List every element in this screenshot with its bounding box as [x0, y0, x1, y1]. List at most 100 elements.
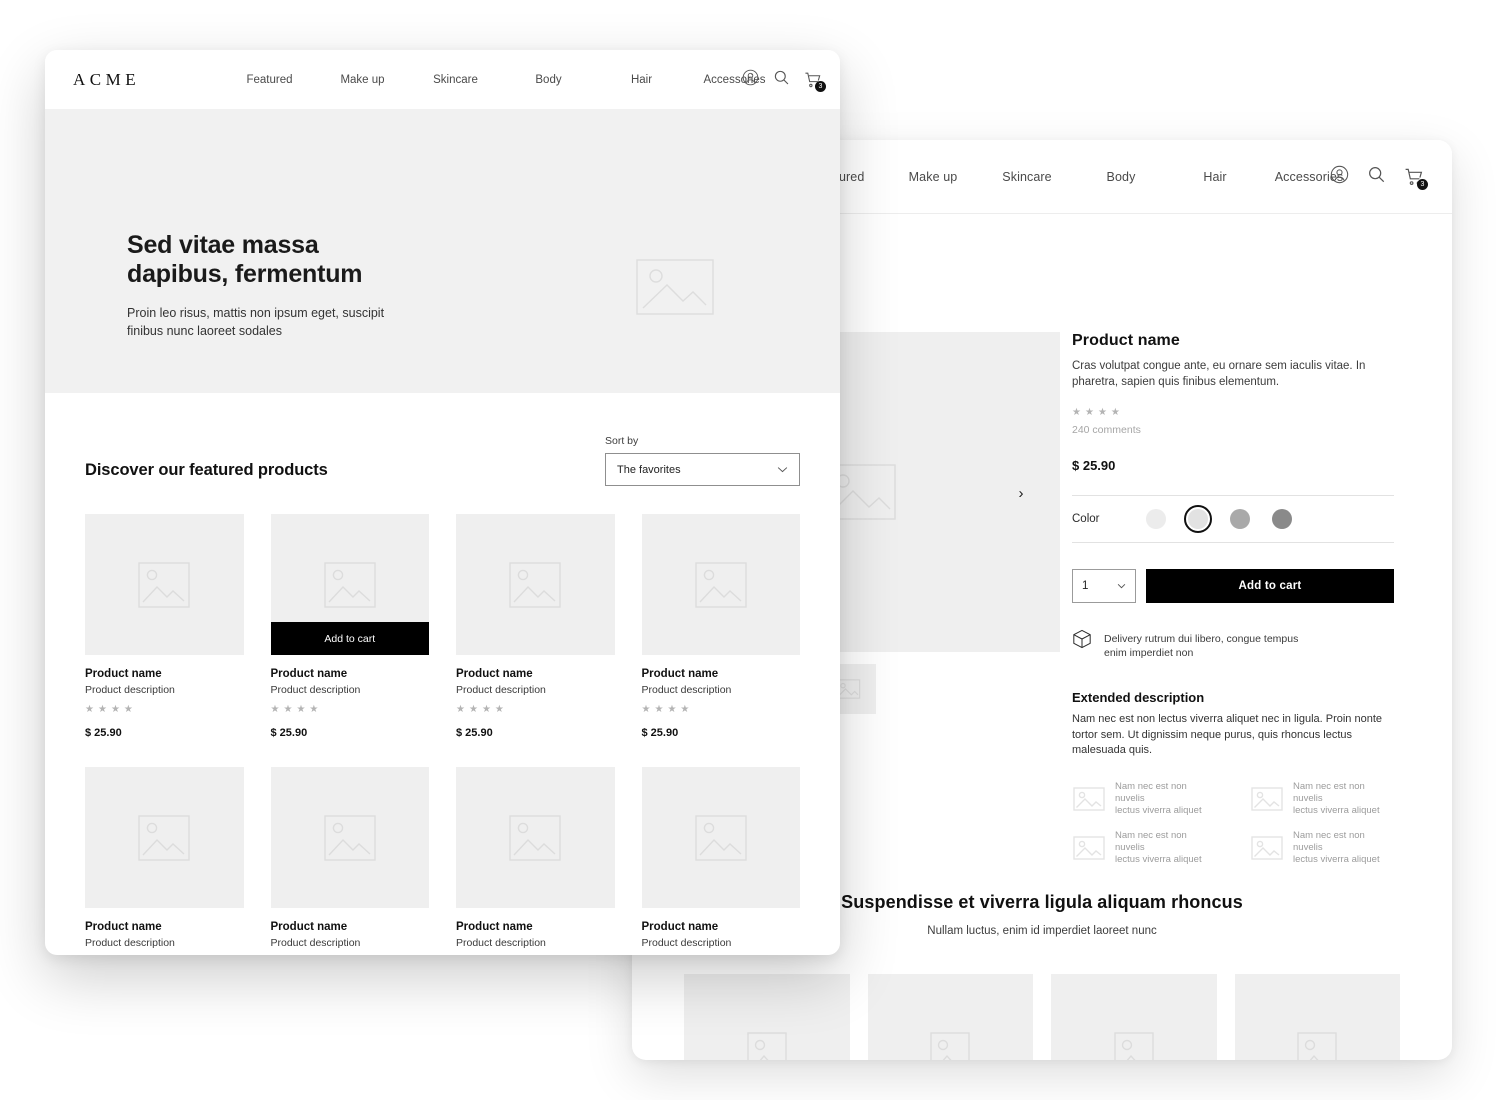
- product-title: Product name: [1072, 332, 1180, 349]
- nav-item-body[interactable]: Body: [502, 74, 595, 86]
- product-card-description: Product description: [456, 937, 546, 949]
- feature-thumb: [1072, 786, 1106, 813]
- sort-select[interactable]: The favorites: [605, 453, 800, 486]
- image-placeholder-icon: [1114, 1032, 1154, 1060]
- delivery-text: Delivery rutrum dui libero, congue tempu…: [1104, 629, 1298, 660]
- nav-item-hair[interactable]: Hair: [595, 74, 688, 86]
- nav-item-featured[interactable]: Featured: [223, 74, 316, 86]
- feature-text: Nam nec est non nuvelis lectus viverra a…: [1293, 830, 1394, 867]
- feature-thumb: [1250, 786, 1284, 813]
- main-nav-links: Featured Make up Skincare Body Hair Acce…: [223, 50, 781, 109]
- nav-item-body[interactable]: Body: [1074, 170, 1168, 184]
- star-icon: ★: [309, 704, 319, 715]
- product-card-rating: ★ ★ ★ ★: [271, 705, 430, 715]
- color-dot: [1146, 509, 1166, 530]
- product-card-image[interactable]: [641, 767, 800, 908]
- carousel-item[interactable]: [684, 974, 850, 1060]
- star-icon: ★: [1097, 407, 1107, 419]
- color-selector: Color: [1072, 496, 1394, 542]
- screenshot-stage: Featured Make up Skincare Body Hair Acce…: [0, 0, 1500, 1100]
- product-card[interactable]: Product name Product description ★★★★ $ …: [270, 767, 429, 955]
- image-placeholder-icon: [1297, 1032, 1337, 1060]
- star-icon: ★: [641, 704, 651, 715]
- product-card[interactable]: Product name Product description ★★★★ $ …: [456, 514, 615, 739]
- product-comments-count[interactable]: 240 comments: [1072, 424, 1394, 436]
- star-icon: ★: [110, 704, 120, 715]
- nav-item-skincare[interactable]: Skincare: [409, 74, 502, 86]
- product-image-next-arrow[interactable]: ›: [1010, 482, 1032, 504]
- brand-logo[interactable]: ACME: [73, 70, 140, 90]
- product-card-image[interactable]: [456, 514, 615, 655]
- image-placeholder-icon: [509, 814, 561, 861]
- account-icon[interactable]: [1330, 165, 1349, 189]
- hero-paragraph-line-2: finibus nunc laoreet sodales: [127, 323, 282, 338]
- account-icon[interactable]: [742, 69, 759, 91]
- add-to-cart-button[interactable]: Add to cart: [1146, 569, 1394, 604]
- product-card-image[interactable]: [85, 767, 244, 908]
- product-card-image[interactable]: Add to cart: [270, 514, 429, 655]
- product-card-description: Product description: [85, 937, 175, 949]
- hero-heading-line-1: Sed vitae massa: [127, 231, 319, 259]
- image-placeholder-icon: [324, 814, 376, 861]
- product-card[interactable]: Product name Product description ★★★★ $ …: [641, 767, 800, 955]
- product-card-price: $ 25.90: [641, 727, 679, 739]
- hero-paragraph-line-1: Proin leo risus, mattis non ipsum eget, …: [127, 306, 385, 320]
- product-card-name: Product name: [270, 921, 348, 933]
- product-info-column: Product name Cras volutpat congue ante, …: [1072, 332, 1394, 867]
- product-card-image[interactable]: [270, 767, 429, 908]
- nav-item-makeup[interactable]: Make up: [316, 74, 409, 86]
- color-swatch-1-selected[interactable]: [1184, 505, 1212, 534]
- product-card-price: $ 25.90: [456, 727, 493, 739]
- product-card[interactable]: Add to cart Product name Product descrip…: [270, 514, 430, 739]
- product-card-rating: ★ ★ ★ ★: [642, 705, 801, 715]
- product-card[interactable]: Product name Product description ★★★★ $ …: [85, 767, 244, 955]
- product-card-description: Product description: [85, 684, 175, 696]
- product-card-image[interactable]: [456, 767, 615, 908]
- product-card[interactable]: Product name Product description ★★★★ $ …: [641, 514, 801, 739]
- delivery-info: Delivery rutrum dui libero, congue tempu…: [1072, 629, 1394, 660]
- carousel-next-arrow[interactable]: ›: [1410, 1052, 1434, 1061]
- image-placeholder-icon: [1251, 787, 1283, 811]
- purchase-row: 1 Add to cart: [1072, 569, 1394, 604]
- cart-icon[interactable]: 3: [1404, 167, 1428, 190]
- color-swatch-2[interactable]: [1226, 505, 1254, 533]
- product-card-name: Product name: [641, 921, 719, 933]
- detail-nav-icons: 3: [1330, 140, 1428, 214]
- color-swatches: [1142, 505, 1296, 534]
- nav-item-hair[interactable]: Hair: [1168, 170, 1262, 184]
- feature-line-1: Nam nec est non nuvelis: [1293, 780, 1365, 804]
- product-card-description: Product description: [641, 937, 732, 949]
- carousel-item[interactable]: [867, 974, 1033, 1060]
- product-card-name: Product name: [641, 668, 719, 680]
- search-icon[interactable]: [1367, 165, 1386, 189]
- product-card-image[interactable]: [641, 514, 800, 655]
- color-swatch-3[interactable]: [1268, 505, 1296, 533]
- star-icon: ★: [1110, 407, 1120, 419]
- nav-item-skincare[interactable]: Skincare: [980, 170, 1074, 184]
- add-to-cart-button[interactable]: Add to cart: [270, 622, 429, 655]
- star-icon: ★: [1072, 407, 1081, 419]
- feature-text: Nam nec est non nuvelis lectus viverra a…: [1293, 781, 1394, 818]
- color-swatch-0[interactable]: [1142, 505, 1170, 533]
- image-placeholder-icon: [930, 1032, 970, 1060]
- image-placeholder-icon: [1251, 836, 1283, 860]
- image-placeholder-icon: [1073, 787, 1105, 811]
- product-card-image[interactable]: [85, 514, 244, 655]
- product-card[interactable]: Product name Product description ★★★★ $ …: [85, 514, 244, 739]
- product-grid: Product name Product description ★ ★ ★ ★ $ …: [85, 514, 800, 955]
- feature-line-2: lectus viverra aliquet: [1293, 805, 1380, 817]
- carousel-prev-arrow[interactable]: ‹: [650, 1052, 674, 1061]
- carousel-item[interactable]: [1051, 974, 1217, 1060]
- product-card-description: Product description: [456, 684, 546, 696]
- carousel-item[interactable]: [1234, 974, 1400, 1060]
- image-placeholder-icon: [138, 561, 190, 608]
- product-card[interactable]: Product name Product description ★★★★ $ …: [456, 767, 615, 955]
- quantity-select[interactable]: 1: [1072, 569, 1136, 604]
- star-icon: ★: [283, 704, 293, 715]
- nav-item-makeup[interactable]: Make up: [886, 170, 980, 184]
- cart-icon[interactable]: 3: [804, 71, 826, 92]
- star-icon: ★: [270, 704, 280, 715]
- sort-control: Sort by The favorites: [605, 435, 800, 486]
- image-placeholder-icon: [324, 561, 376, 608]
- search-icon[interactable]: [773, 69, 790, 91]
